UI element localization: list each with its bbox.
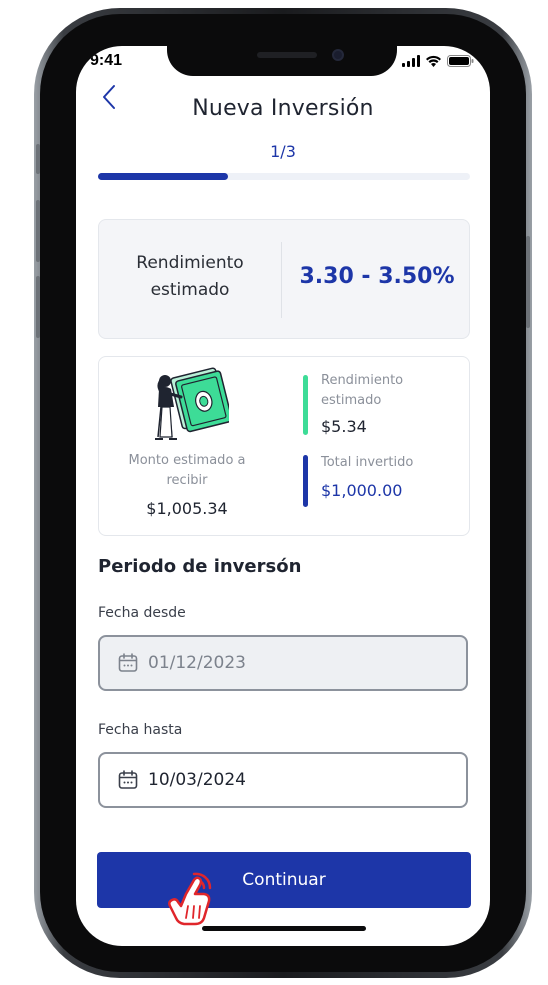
phone-side-button-left-top <box>36 144 40 174</box>
period-section-title: Periodo de inversón <box>98 556 302 577</box>
status-time: 9:41 <box>90 52 123 69</box>
estimated-amount-label: Monto estimado a recibir <box>128 453 246 488</box>
total-invested-label: Total invertido <box>321 455 414 470</box>
camera <box>332 49 344 61</box>
phone-side-button-left-bottom <box>36 276 40 338</box>
to-date-field[interactable]: 10/03/2024 <box>98 752 468 808</box>
yield-amount-value: $5.34 <box>321 417 367 436</box>
home-indicator <box>202 926 366 931</box>
status-icons <box>402 55 474 67</box>
estimated-yield-label: Rendimiento estimado <box>136 253 244 300</box>
to-date-label: Fecha hasta <box>98 722 183 738</box>
progress-bar-fill <box>98 173 229 180</box>
estimated-amount-value: $1,005.34 <box>146 499 228 518</box>
phone-screen: 9:41 Nueva Inversión 1/3 Rendimiento est… <box>76 46 490 946</box>
yield-amount-label: Rendimiento estimado <box>321 373 404 408</box>
card-divider <box>281 242 282 318</box>
notch <box>167 46 397 76</box>
continue-button[interactable]: Continuar <box>97 852 471 908</box>
estimated-yield-card: Rendimiento estimado 3.30 - 3.50% <box>98 219 470 339</box>
calendar-icon <box>118 653 138 672</box>
yield-indicator-bar <box>303 375 308 435</box>
estimated-yield-value: 3.30 - 3.50% <box>299 264 455 289</box>
investment-summary-card: Monto estimado a recibir $1,005.34 Rendi… <box>98 356 470 536</box>
speaker <box>257 52 317 58</box>
from-date-label: Fecha desde <box>98 605 186 621</box>
wifi-icon <box>426 55 441 67</box>
total-invested-value: $1,000.00 <box>321 481 403 500</box>
calendar-icon <box>118 770 138 789</box>
phone-side-button-left-mid <box>36 200 40 262</box>
woman-holding-cash-illustration <box>155 367 229 440</box>
battery-icon <box>447 55 474 67</box>
total-indicator-bar <box>303 455 308 507</box>
to-date-value: 10/03/2024 <box>148 770 246 790</box>
phone-side-button-right <box>526 236 530 328</box>
from-date-field[interactable]: 01/12/2023 <box>98 635 468 691</box>
step-indicator: 1/3 <box>270 142 296 161</box>
signal-icon <box>402 55 420 67</box>
hand-pointer-icon <box>168 872 212 926</box>
progress-bar <box>98 173 470 180</box>
from-date-value: 01/12/2023 <box>148 653 246 673</box>
page-title: Nueva Inversión <box>192 96 374 121</box>
